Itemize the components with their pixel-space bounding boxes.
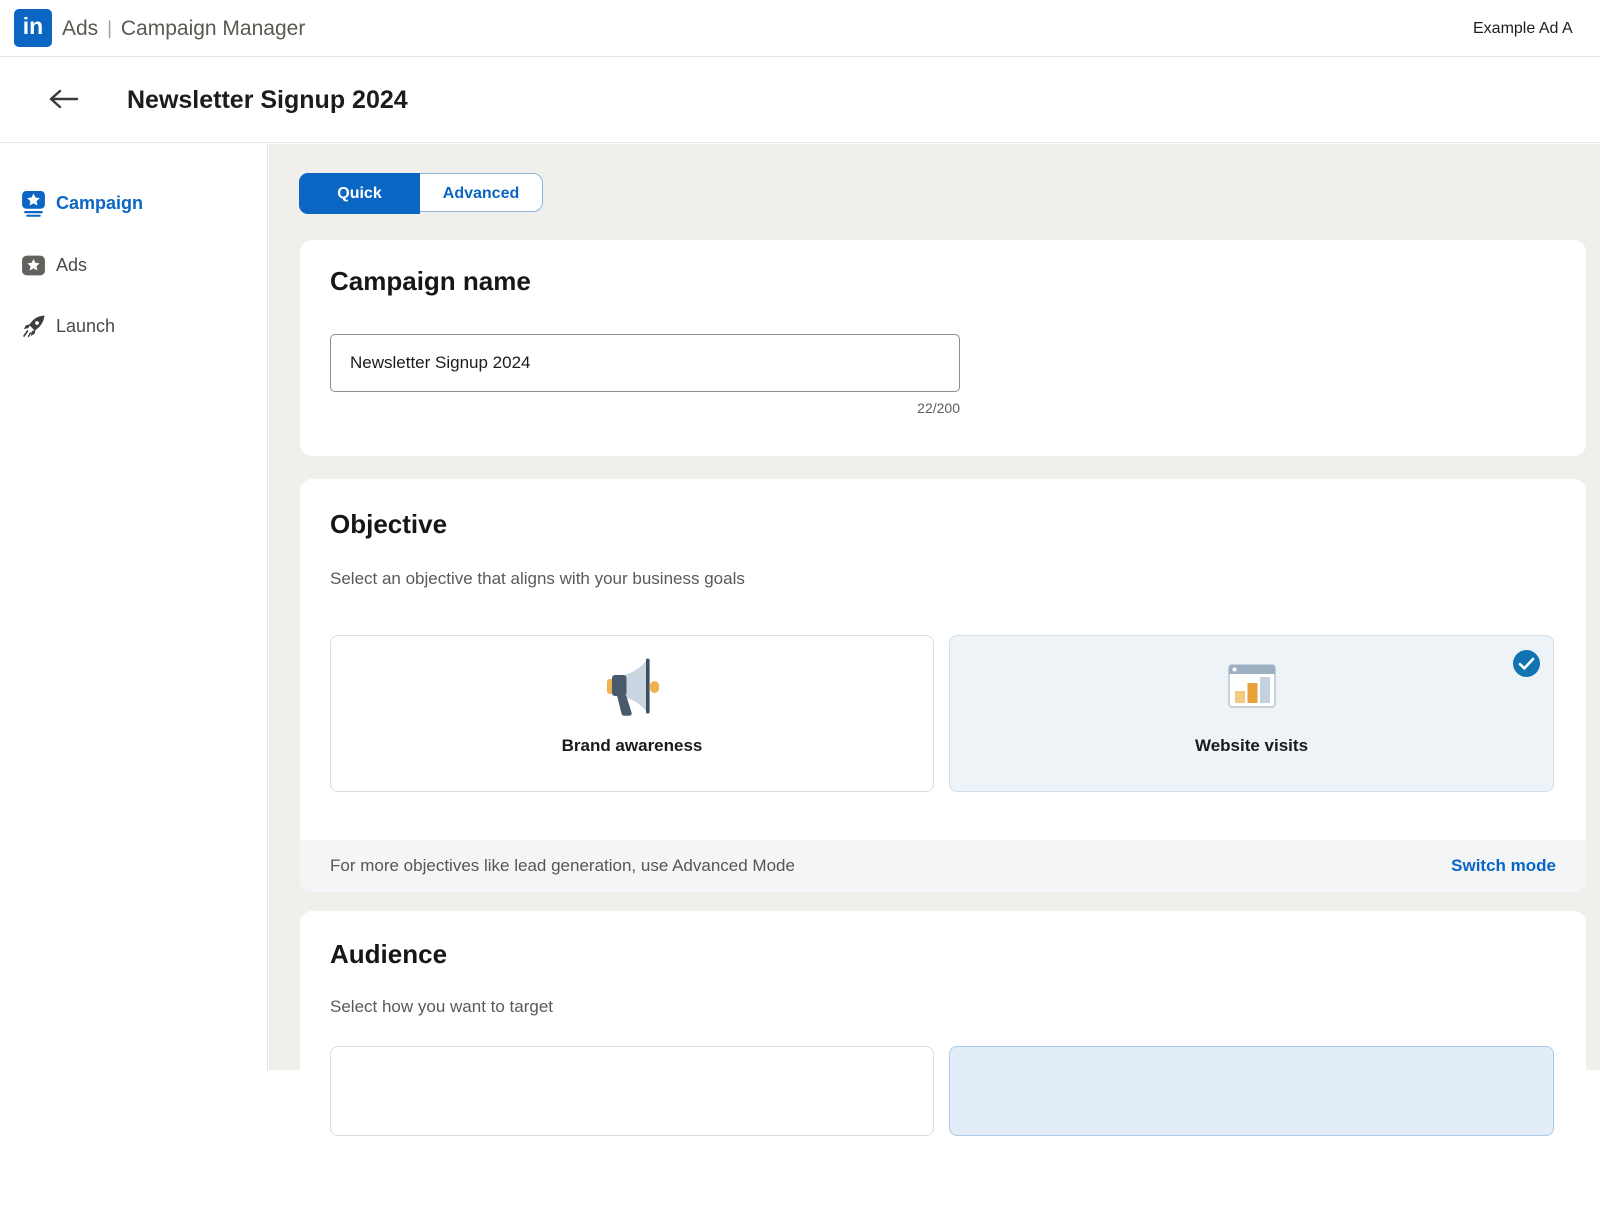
ads-badge-icon bbox=[20, 252, 47, 279]
mode-toggle-quick[interactable]: Quick bbox=[299, 173, 420, 214]
objective-option-website-visits[interactable]: Website visits bbox=[949, 635, 1554, 792]
objective-options: Brand awareness bbox=[330, 635, 1556, 792]
objective-footer-note: For more objectives like lead generation… bbox=[330, 856, 795, 876]
audience-options bbox=[330, 1046, 1556, 1146]
top-bar: in Ads | Campaign Manager Example Ad A bbox=[0, 0, 1600, 57]
page-header: Newsletter Signup 2024 bbox=[0, 58, 1600, 143]
campaign-name-input[interactable] bbox=[330, 334, 960, 392]
objective-option-label: Website visits bbox=[950, 736, 1553, 756]
back-button[interactable] bbox=[46, 82, 82, 118]
megaphone-icon bbox=[600, 654, 664, 718]
website-chart-icon bbox=[1220, 654, 1284, 718]
account-name[interactable]: Example Ad A bbox=[1473, 0, 1573, 57]
audience-card: Audience Select how you want to target bbox=[300, 911, 1586, 1231]
brand-ads-label: Ads bbox=[62, 17, 98, 41]
page-title: Newsletter Signup 2024 bbox=[127, 58, 408, 143]
sidebar: Campaign Ads Launch bbox=[0, 144, 268, 1070]
main-content: Quick Advanced Campaign name 22/200 Obje… bbox=[269, 144, 1600, 1070]
mode-toggle-advanced[interactable]: Advanced bbox=[420, 174, 542, 213]
audience-option-left[interactable] bbox=[330, 1046, 934, 1136]
objective-footer: For more objectives like lead generation… bbox=[300, 840, 1586, 892]
campaign-name-title: Campaign name bbox=[330, 266, 531, 297]
sidebar-item-launch[interactable]: Launch bbox=[0, 305, 268, 347]
sidebar-item-campaign[interactable]: Campaign bbox=[0, 182, 268, 224]
arrow-left-icon bbox=[49, 88, 79, 113]
campaign-name-card: Campaign name 22/200 bbox=[300, 240, 1586, 456]
sidebar-item-label: Ads bbox=[56, 255, 87, 276]
selected-check-icon bbox=[1513, 650, 1540, 677]
character-counter: 22/200 bbox=[330, 400, 960, 416]
audience-subtitle: Select how you want to target bbox=[330, 997, 553, 1017]
audience-title: Audience bbox=[330, 939, 447, 970]
mode-toggle: Quick Advanced bbox=[299, 173, 543, 212]
objective-option-label: Brand awareness bbox=[331, 736, 933, 756]
brand-title: Ads | Campaign Manager bbox=[62, 0, 305, 57]
brand-product-label: Campaign Manager bbox=[121, 17, 305, 41]
objective-option-brand-awareness[interactable]: Brand awareness bbox=[330, 635, 934, 792]
objective-subtitle: Select an objective that aligns with you… bbox=[330, 569, 745, 589]
objective-card: Objective Select an objective that align… bbox=[300, 479, 1586, 892]
brand-separator: | bbox=[98, 18, 121, 39]
sidebar-item-ads[interactable]: Ads bbox=[0, 244, 268, 286]
campaign-badge-icon bbox=[20, 190, 47, 217]
switch-mode-link[interactable]: Switch mode bbox=[1451, 856, 1556, 876]
sidebar-item-label: Launch bbox=[56, 316, 115, 337]
linkedin-logo-icon[interactable]: in bbox=[14, 9, 52, 47]
objective-title: Objective bbox=[330, 509, 447, 540]
sidebar-item-label: Campaign bbox=[56, 193, 143, 214]
rocket-icon bbox=[20, 313, 47, 340]
audience-option-right[interactable] bbox=[949, 1046, 1554, 1136]
